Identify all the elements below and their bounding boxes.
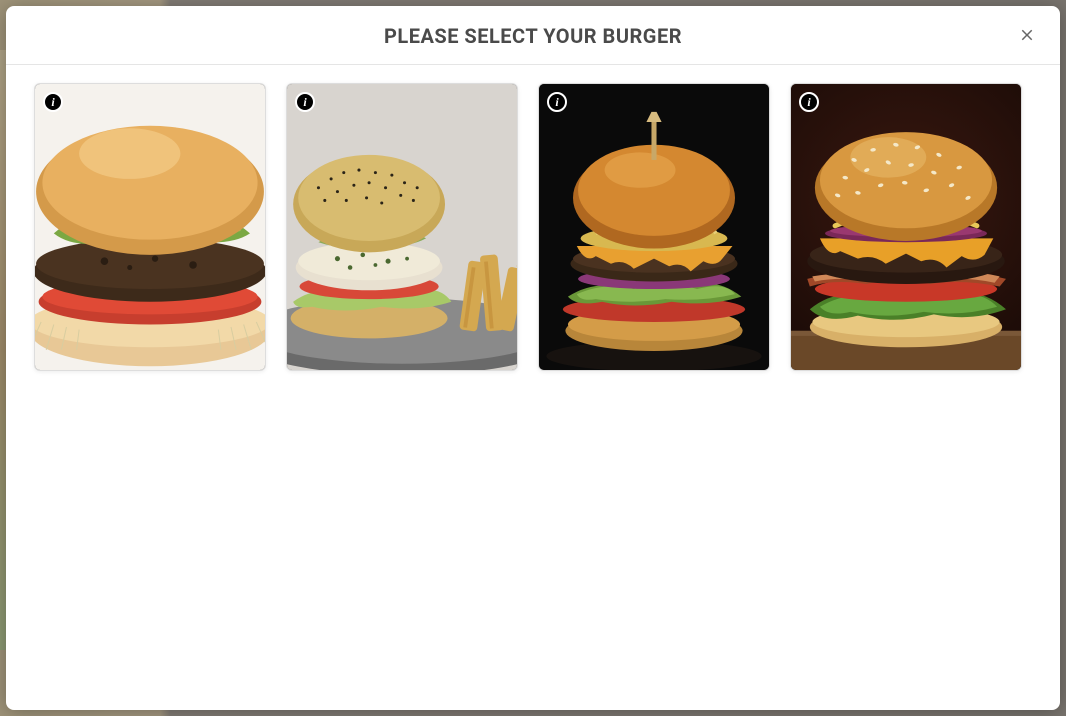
close-icon <box>1018 26 1036 44</box>
burger-cards-grid: i <box>34 83 1032 371</box>
burger-card[interactable]: i <box>286 83 518 371</box>
burger-image <box>287 84 517 370</box>
modal-body: i <box>6 65 1060 710</box>
burger-card[interactable]: i <box>538 83 770 371</box>
info-icon[interactable]: i <box>43 92 63 112</box>
burger-card[interactable]: i <box>34 83 266 371</box>
card-body: Beef Burger $18.00 <box>791 370 1021 371</box>
burger-image <box>35 84 265 370</box>
info-icon[interactable]: i <box>547 92 567 112</box>
burger-image <box>539 84 769 370</box>
modal-header: PLEASE SELECT YOUR BURGER <box>6 6 1060 65</box>
info-icon[interactable]: i <box>799 92 819 112</box>
burger-image <box>791 84 1021 370</box>
burger-select-modal: PLEASE SELECT YOUR BURGER i <box>6 6 1060 710</box>
close-button[interactable] <box>1014 22 1040 51</box>
card-body: Veggie Burger $12.00 <box>35 370 265 371</box>
card-body: Hawaiian Burger $19.50 <box>539 370 769 371</box>
info-icon[interactable]: i <box>295 92 315 112</box>
burger-card[interactable]: i <box>790 83 1022 371</box>
modal-title: PLEASE SELECT YOUR BURGER <box>30 24 1036 48</box>
card-body: Turkey Burgers $15.00 <box>287 370 517 371</box>
